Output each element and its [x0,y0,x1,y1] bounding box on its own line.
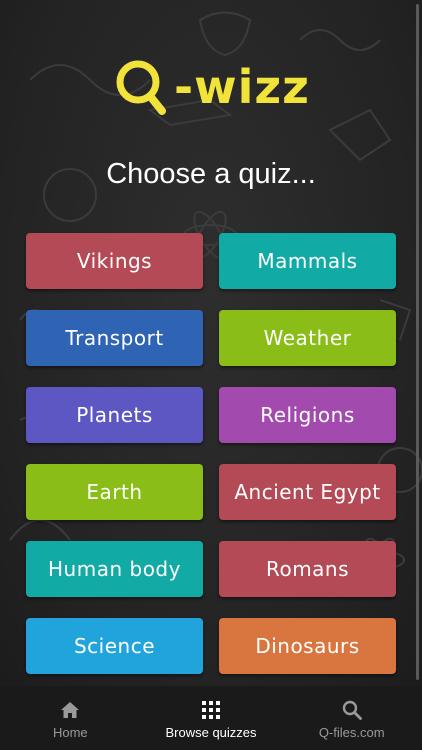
grid-icon [200,699,222,721]
quiz-button-human-body[interactable]: Human body [26,541,203,597]
quiz-button-earth[interactable]: Earth [26,464,203,520]
tab-home-label: Home [52,725,88,740]
quiz-button-planets[interactable]: Planets [26,387,203,443]
tab-home[interactable]: Home [0,686,141,750]
logo-text: -wizz [174,60,310,114]
quiz-button-religions[interactable]: Religions [219,387,396,443]
tab-browse-quizzes[interactable]: Browse quizzes [141,686,282,750]
home-icon [59,699,81,721]
tab-qfiles-label: Q-files.com [318,725,385,740]
tab-qfiles[interactable]: Q-files.com [281,686,422,750]
quiz-button-mammals[interactable]: Mammals [219,233,396,289]
search-icon [341,699,363,721]
quiz-button-ancient-egypt[interactable]: Ancient Egypt [219,464,396,520]
quiz-button-science[interactable]: Science [26,618,203,674]
quiz-button-transport[interactable]: Transport [26,310,203,366]
quiz-button-romans[interactable]: Romans [219,541,396,597]
bottom-tab-bar: Home Browse quizzes Q-files.com [0,686,422,750]
quiz-button-weather[interactable]: Weather [219,310,396,366]
app-logo: -wizz [0,52,422,122]
quiz-button-vikings[interactable]: Vikings [26,233,203,289]
magnifier-q-icon [116,60,167,115]
quiz-button-dinosaurs[interactable]: Dinosaurs [219,618,396,674]
page-title: Choose a quiz... [106,158,316,190]
tab-browse-quizzes-label: Browse quizzes [165,725,257,740]
quiz-grid: Vikings Mammals Transport Weather Planet… [26,233,396,674]
